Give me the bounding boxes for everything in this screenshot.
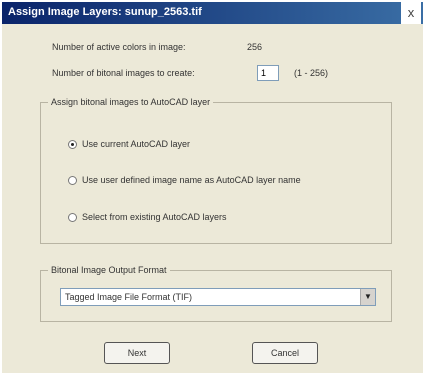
next-button[interactable]: Next bbox=[104, 342, 170, 364]
radio-current-layer[interactable]: Use current AutoCAD layer bbox=[68, 139, 190, 149]
active-colors-value: 256 bbox=[247, 42, 263, 52]
radio-button[interactable] bbox=[68, 175, 77, 185]
radio-button[interactable] bbox=[68, 212, 77, 222]
active-colors-label: Number of active colors in image: bbox=[52, 42, 186, 52]
window-title: Assign Image Layers: sunup_2563.tif bbox=[8, 6, 202, 18]
layer-group-title: Assign bitonal images to AutoCAD layer bbox=[48, 97, 214, 107]
output-format-value: Tagged Image File Format (TIF) bbox=[65, 292, 193, 302]
radio-user-defined-layer[interactable]: Use user defined image name as AutoCAD l… bbox=[68, 175, 301, 185]
format-group-title: Bitonal Image Output Format bbox=[48, 265, 170, 275]
radio-existing-layers[interactable]: Select from existing AutoCAD layers bbox=[68, 212, 227, 222]
bitonal-count-input[interactable] bbox=[257, 65, 279, 81]
bitonal-count-label: Number of bitonal images to create: bbox=[52, 68, 195, 78]
title-bar[interactable]: Assign Image Layers: sunup_2563.tif bbox=[2, 2, 423, 24]
layer-groupbox bbox=[40, 102, 392, 244]
cancel-button[interactable]: Cancel bbox=[252, 342, 318, 364]
bitonal-count-range: (1 - 256) bbox=[294, 68, 329, 78]
radio-label: Use current AutoCAD layer bbox=[82, 139, 191, 149]
radio-label: Select from existing AutoCAD layers bbox=[82, 212, 227, 222]
close-icon: x bbox=[407, 5, 415, 20]
radio-button[interactable] bbox=[68, 139, 77, 149]
close-button[interactable]: x bbox=[401, 2, 421, 24]
chevron-down-icon[interactable]: ▼ bbox=[360, 289, 375, 305]
radio-label: Use user defined image name as AutoCAD l… bbox=[82, 175, 301, 185]
output-format-select[interactable]: Tagged Image File Format (TIF) ▼ bbox=[60, 288, 376, 306]
dialog-window: Assign Image Layers: sunup_2563.tif x Nu… bbox=[2, 2, 423, 373]
